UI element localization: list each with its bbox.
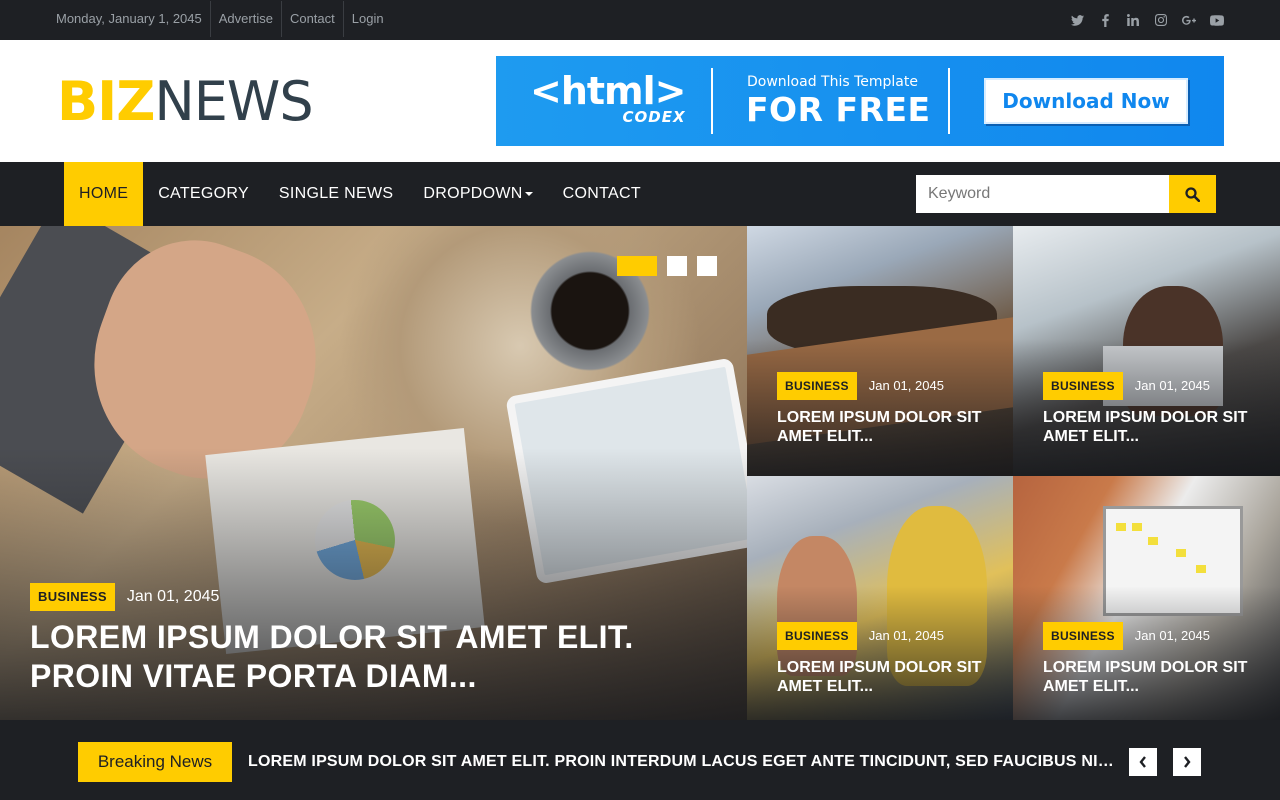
search-button[interactable]	[1169, 175, 1216, 213]
post-date[interactable]: Jan 01, 2045	[869, 622, 944, 650]
hero-title[interactable]: LOREM IPSUM DOLOR SIT AMET ELIT. PROIN V…	[30, 618, 710, 696]
category-badge[interactable]: BUSINESS	[1043, 372, 1123, 400]
chevron-right-icon	[1184, 756, 1191, 768]
slider-dot-active[interactable]	[617, 256, 657, 276]
ad-banner[interactable]: <html> CODEX Download This Template FOR …	[496, 56, 1224, 146]
nav-contact[interactable]: CONTACT	[548, 162, 656, 226]
news-meta: BUSINESS Jan 01, 2045	[1043, 622, 1210, 650]
hero-meta: BUSINESS Jan 01, 2045	[30, 583, 219, 611]
top-bar: Monday, January 1, 2045 Advertise Contac…	[0, 0, 1280, 40]
htmlcodex-logo: <html> CODEX	[530, 69, 687, 126]
post-date[interactable]: Jan 01, 2045	[869, 372, 944, 400]
news-meta: BUSINESS Jan 01, 2045	[1043, 372, 1210, 400]
news-meta: BUSINESS Jan 01, 2045	[777, 622, 944, 650]
banner-brand: <html>	[530, 69, 687, 113]
sticky-note	[1196, 565, 1206, 573]
nav-menu: HOME CATEGORY SINGLE NEWS DROPDOWN CONTA…	[64, 162, 656, 226]
news-meta: BUSINESS Jan 01, 2045	[777, 372, 944, 400]
news-title[interactable]: LOREM IPSUM DOLOR SIT AMET ELIT...	[777, 658, 992, 696]
sticky-note	[1148, 537, 1158, 545]
main-nav: HOME CATEGORY SINGLE NEWS DROPDOWN CONTA…	[0, 162, 1280, 226]
advertise-link[interactable]: Advertise	[211, 1, 282, 37]
breaking-news-text[interactable]: LOREM IPSUM DOLOR SIT AMET ELIT. PROIN I…	[248, 742, 1114, 782]
post-date[interactable]: Jan 01, 2045	[127, 583, 220, 611]
facebook-icon[interactable]	[1098, 13, 1112, 27]
social-links	[1070, 0, 1224, 40]
slider-dots	[617, 256, 717, 276]
news-card[interactable]: BUSINESS Jan 01, 2045 LOREM IPSUM DOLOR S…	[747, 226, 1013, 476]
category-badge[interactable]: BUSINESS	[777, 622, 857, 650]
slider-dot[interactable]	[667, 256, 687, 276]
news-card[interactable]: BUSINESS Jan 01, 2045 LOREM IPSUM DOLOR S…	[747, 476, 1013, 720]
banner-divider	[711, 68, 713, 134]
post-date[interactable]: Jan 01, 2045	[1135, 622, 1210, 650]
sticky-note	[1176, 549, 1186, 557]
search-form	[916, 175, 1216, 213]
nav-home[interactable]: HOME	[64, 162, 144, 226]
banner-line1: Download This Template	[747, 74, 918, 90]
google-plus-icon[interactable]	[1182, 13, 1196, 27]
banner-divider	[948, 68, 950, 134]
logo-biz: BIZ	[57, 70, 155, 133]
slider-dot[interactable]	[697, 256, 717, 276]
news-card[interactable]: BUSINESS Jan 01, 2045 LOREM IPSUM DOLOR S…	[1013, 476, 1280, 720]
contact-link[interactable]: Contact	[282, 1, 344, 37]
hero-slide[interactable]: BUSINESS Jan 01, 2045 LOREM IPSUM DOLOR S…	[0, 226, 747, 720]
sticky-note	[1132, 523, 1142, 531]
instagram-icon[interactable]	[1154, 13, 1168, 27]
breaking-news-label: Breaking News	[78, 742, 232, 782]
linkedin-icon[interactable]	[1126, 13, 1140, 27]
twitter-icon[interactable]	[1070, 13, 1084, 27]
news-card[interactable]: BUSINESS Jan 01, 2045 LOREM IPSUM DOLOR S…	[1013, 226, 1280, 476]
news-title[interactable]: LOREM IPSUM DOLOR SIT AMET ELIT...	[1043, 658, 1258, 696]
youtube-icon[interactable]	[1210, 13, 1224, 27]
banner-brand-sub: CODEX	[622, 108, 686, 126]
download-now-button[interactable]: Download Now	[984, 78, 1188, 124]
search-input[interactable]	[916, 175, 1169, 213]
top-links: Monday, January 1, 2045 Advertise Contac…	[48, 0, 392, 38]
breaking-news-bar: Breaking News LOREM IPSUM DOLOR SIT AMET…	[0, 720, 1280, 800]
news-overlay	[747, 585, 1013, 720]
next-button[interactable]	[1172, 747, 1202, 777]
nav-single-news[interactable]: SINGLE NEWS	[264, 162, 408, 226]
category-badge[interactable]: BUSINESS	[777, 372, 857, 400]
sticky-note	[1116, 523, 1126, 531]
news-overlay	[1013, 585, 1280, 720]
prev-button[interactable]	[1128, 747, 1158, 777]
login-link[interactable]: Login	[344, 1, 392, 37]
nav-dropdown[interactable]: DROPDOWN	[408, 162, 547, 226]
search-icon	[1185, 186, 1200, 202]
site-header: BIZNEWS <html> CODEX Download This Templ…	[0, 40, 1280, 162]
caret-down-icon	[524, 191, 533, 196]
news-title[interactable]: LOREM IPSUM DOLOR SIT AMET ELIT...	[1043, 408, 1258, 446]
category-badge[interactable]: BUSINESS	[1043, 622, 1123, 650]
logo-news: NEWS	[154, 70, 313, 133]
post-date[interactable]: Jan 01, 2045	[1135, 372, 1210, 400]
nav-dropdown-label: DROPDOWN	[423, 185, 523, 202]
site-logo[interactable]: BIZNEWS	[57, 70, 314, 133]
nav-category[interactable]: CATEGORY	[143, 162, 264, 226]
current-date: Monday, January 1, 2045	[48, 1, 211, 37]
banner-line2: FOR FREE	[746, 90, 931, 129]
chevron-left-icon	[1139, 756, 1146, 768]
category-badge[interactable]: BUSINESS	[30, 583, 115, 611]
news-title[interactable]: LOREM IPSUM DOLOR SIT AMET ELIT...	[777, 408, 992, 446]
